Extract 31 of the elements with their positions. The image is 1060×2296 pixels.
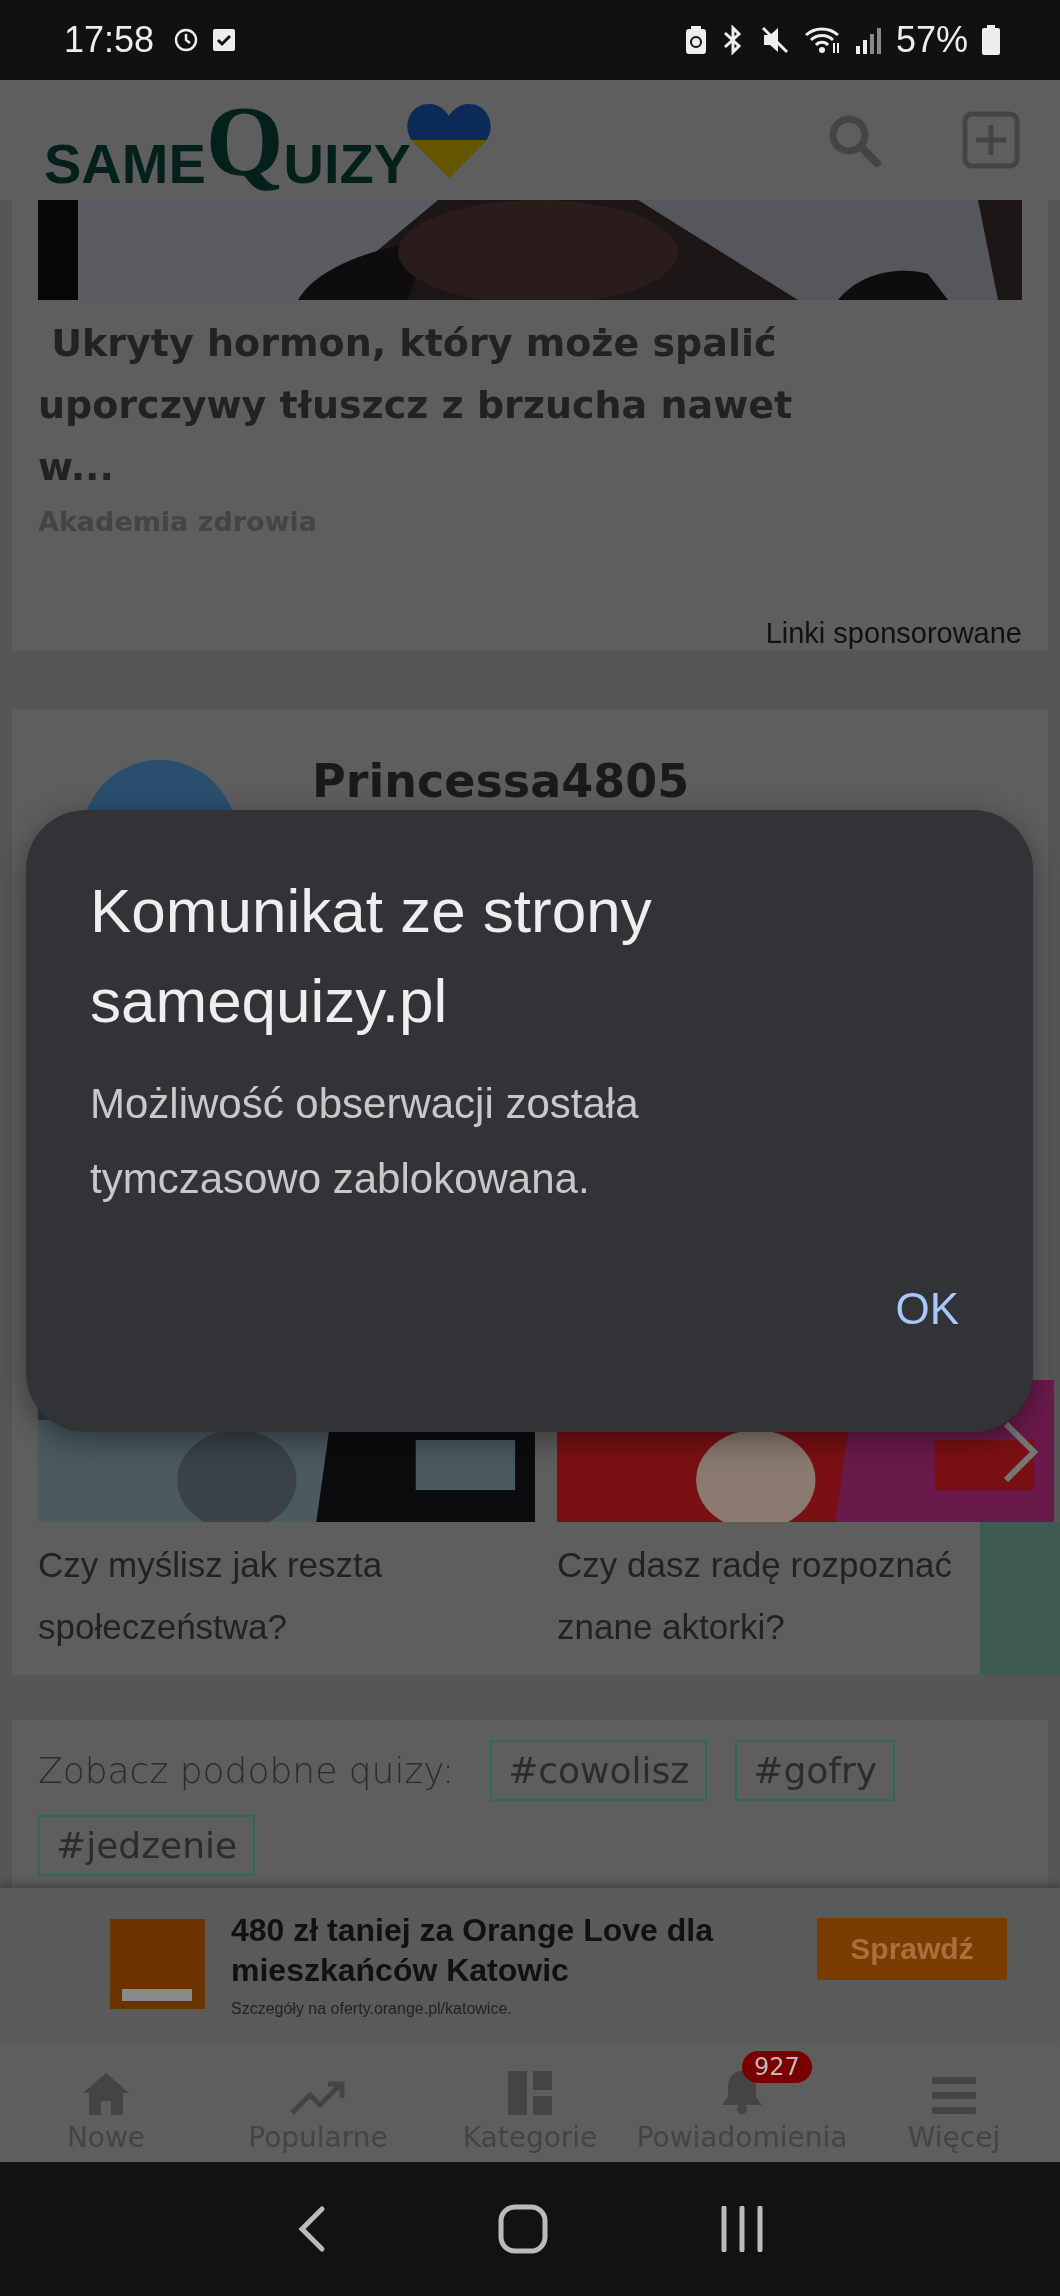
battery-percent: 57% — [895, 19, 968, 61]
status-time: 17:58 — [64, 19, 155, 61]
notification-count: 927 — [742, 2051, 812, 2083]
dialog-message: Możliwość obserwacji została tymczasowo zablokowana. — [90, 1079, 640, 1204]
username[interactable]: Princessa4805 — [312, 754, 690, 808]
quiz-title[interactable]: Czy myślisz jak reszta społeczeństwa? — [38, 1522, 443, 1658]
home-icon — [83, 2073, 129, 2115]
back-icon[interactable] — [296, 2205, 326, 2253]
banner-headline: 480 zł taniej za Orange Love dla mieszkańców Katowic — [231, 1911, 715, 1990]
wifi-icon — [803, 25, 842, 55]
mute-icon — [759, 25, 790, 55]
trend-icon — [290, 2081, 346, 2115]
alarm-icon — [174, 28, 199, 52]
signal-icon — [855, 26, 882, 54]
ok-button[interactable]: OK — [885, 1276, 969, 1342]
home-button-icon[interactable] — [498, 2204, 548, 2254]
banner-note: Szczegóły na oferty.orange.pl/katowice. — [231, 2000, 513, 2018]
menu-icon — [932, 2077, 976, 2115]
ad-banner[interactable]: 480 zł taniej za Orange Love dla mieszkańców Katowic Szczegóły na oferty.orange.pl/katowice. Sprawdź — [0, 1888, 1060, 2040]
sponsored-label: Linki sponsorowane — [765, 617, 1022, 650]
recent-apps-icon[interactable] — [720, 2206, 764, 2252]
dialog-title: Komunikat ze strony samequizy.pl — [90, 875, 653, 1037]
checkbox-icon — [212, 28, 237, 52]
battery-icon — [982, 25, 1000, 55]
ad-title[interactable]: Ukryty hormon, który może spalić uporczywy tłuszcz z brzucha nawet w... — [38, 312, 878, 498]
brand-logo-icon — [110, 1919, 205, 2009]
battery-saver-icon — [685, 26, 706, 54]
dashboard-icon — [508, 2071, 552, 2115]
quiz-title[interactable]: Czy dasz radę rozpoznać znane aktorki? — [557, 1522, 962, 1658]
chevron-right-icon[interactable] — [1002, 1420, 1038, 1484]
check-button[interactable]: Sprawdź — [817, 1918, 1007, 1980]
